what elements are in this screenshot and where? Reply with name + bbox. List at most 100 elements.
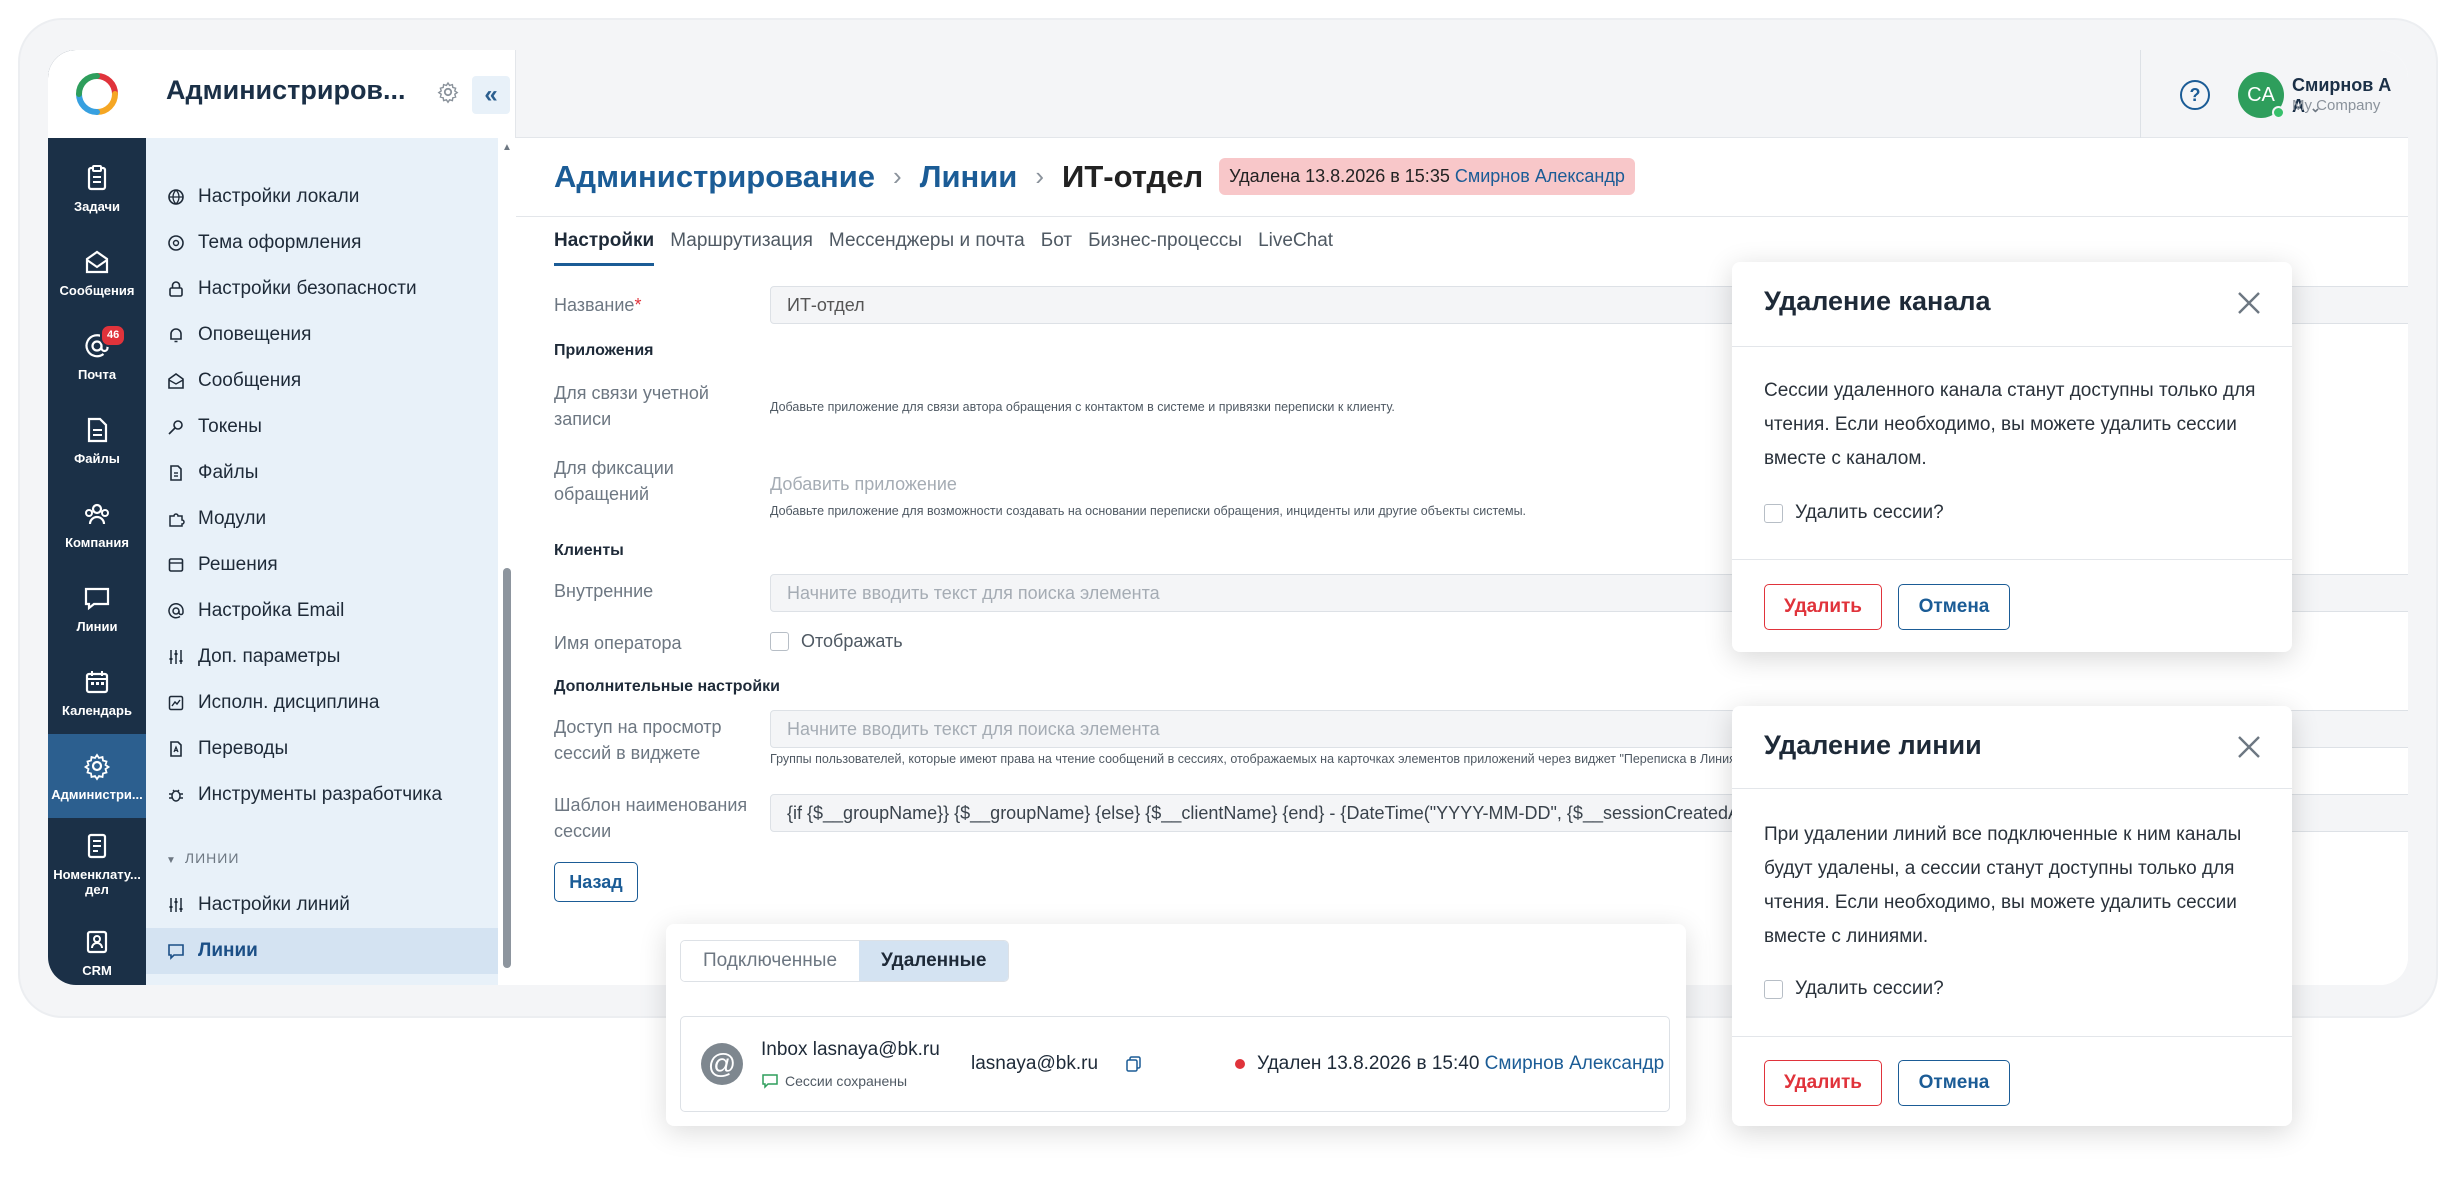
add-app-link[interactable]: Добавить приложение <box>770 474 957 495</box>
dialog-text: При удалении линий все подключенные к ни… <box>1764 824 2242 947</box>
deleted-status-badge: Удалена 13.8.2026 в 15:35 Смирнов Алекса… <box>1219 158 1635 195</box>
help-icon[interactable]: ? <box>2180 80 2210 110</box>
sidebar-item-files[interactable]: Файлы <box>146 450 498 496</box>
checkbox[interactable] <box>770 632 789 651</box>
rail-item-messages[interactable]: Сообщения <box>48 230 146 314</box>
checkbox[interactable] <box>1764 979 1783 999</box>
sidebar-item-notifications[interactable]: Оповещения <box>146 312 498 358</box>
rail-label: Номенклату... дел <box>53 867 141 897</box>
channel-name: Inbox lasnaya@bk.ru <box>761 1039 940 1060</box>
sidebar-item-label: Настройки локали <box>198 186 360 207</box>
rail-item-nomenclature[interactable]: Номенклату... дел <box>48 818 146 910</box>
sidebar-item-label: Исполн. дисциплина <box>198 692 380 713</box>
breadcrumb-root[interactable]: Администрирование <box>554 159 875 195</box>
rail-item-calendar[interactable]: Календарь <box>48 650 146 734</box>
delete-button[interactable]: Удалить <box>1764 584 1882 630</box>
deleted-by-link[interactable]: Смирнов Александр <box>1455 166 1625 186</box>
deleted-by-link[interactable]: Смирнов Александр <box>1485 1053 1664 1075</box>
settings-tabs: Настройки Маршрутизация Мессенджеры и по… <box>554 230 1349 266</box>
operator-name-label: Имя оператора <box>554 633 682 653</box>
tab-messengers[interactable]: Мессенджеры и почта <box>829 230 1025 266</box>
settings-gear-icon[interactable] <box>436 80 460 104</box>
sidebar-group-lines[interactable]: ▼ ЛИНИИ <box>166 850 239 866</box>
tab-deleted[interactable]: Удаленные <box>859 941 1009 981</box>
collapse-sidebar-button[interactable]: « <box>472 76 510 114</box>
delete-button[interactable]: Удалить <box>1764 1060 1882 1106</box>
divider <box>1732 346 2292 347</box>
sidebar-item-line-settings[interactable]: Настройки линий <box>146 882 498 928</box>
tab-connected[interactable]: Подключенные <box>681 941 860 981</box>
cancel-button[interactable]: Отмена <box>1898 1060 2010 1106</box>
divider <box>1732 559 2292 560</box>
access-hint: Группы пользователей, которые имеют прав… <box>770 752 1750 766</box>
nav-rail: Задачи Сообщения 46 Почта Файлы Компания… <box>48 50 146 985</box>
channels-card: Подключенные Удаленные @ Inbox lasnaya@b… <box>666 924 1686 1126</box>
rail-label: CRM <box>82 962 112 978</box>
chat-saved-icon <box>762 1074 778 1089</box>
delete-sessions-checkbox[interactable]: Удалить сессии? <box>1764 978 1944 1000</box>
tasks-icon <box>87 164 107 190</box>
sidebar-item-messages[interactable]: Сообщения <box>146 358 498 404</box>
close-icon[interactable] <box>2234 732 2264 762</box>
sidebar-item-label: Настройки линий <box>198 894 350 915</box>
admin-gear-icon <box>83 752 111 781</box>
delete-sessions-checkbox[interactable]: Удалить сессии? <box>1764 502 1944 524</box>
sidebar-item-discipline[interactable]: Исполн. дисциплина <box>146 680 498 726</box>
divider <box>1732 788 2292 789</box>
tab-settings[interactable]: Настройки <box>554 230 655 266</box>
sidebar-item-label: Решения <box>198 554 278 575</box>
app-logo[interactable] <box>48 50 146 138</box>
puzzle-icon <box>166 509 186 529</box>
tab-business-processes[interactable]: Бизнес-процессы <box>1088 230 1242 266</box>
sidebar-item-translations[interactable]: Переводы <box>146 726 498 772</box>
sidebar-item-email-settings[interactable]: Настройка Email <box>146 588 498 634</box>
rail-item-crm[interactable]: CRM <box>48 910 146 985</box>
double-chevron-left-icon: « <box>484 81 498 108</box>
rail-label: Файлы <box>74 450 120 466</box>
sidebar-item-extra-params[interactable]: Доп. параметры <box>146 634 498 680</box>
sidebar-item-label: Сообщения <box>198 370 302 391</box>
rail-item-tasks[interactable]: Задачи <box>48 146 146 230</box>
cancel-button[interactable]: Отмена <box>1898 584 2010 630</box>
sidebar-item-label: Переводы <box>198 738 289 759</box>
account-link-hint: Добавьте приложение для связи автора обр… <box>770 400 1395 414</box>
messages-icon <box>85 250 109 273</box>
copy-icon[interactable] <box>1125 1055 1143 1073</box>
tab-bot[interactable]: Бот <box>1041 230 1072 266</box>
sidebar-item-theme[interactable]: Тема оформления <box>146 220 498 266</box>
file-icon <box>166 463 186 483</box>
sidebar-item-solutions[interactable]: Решения <box>146 542 498 588</box>
rail-label: Сообщения <box>59 282 135 298</box>
back-button[interactable]: Назад <box>554 862 638 902</box>
sidebar-item-modules[interactable]: Модули <box>146 496 498 542</box>
scrollbar-thumb[interactable] <box>503 568 511 968</box>
sidebar-item-tokens[interactable]: Токены <box>146 404 498 450</box>
close-icon[interactable] <box>2234 288 2264 318</box>
dialog-text: Сессии удаленного канала станут доступны… <box>1764 380 2256 469</box>
rail-item-admin[interactable]: Администри... <box>48 734 146 818</box>
sidebar-scrollbar[interactable]: ▲ <box>498 138 516 985</box>
checkbox[interactable] <box>1764 503 1783 523</box>
operator-name-checkbox[interactable]: Отображать <box>770 631 903 652</box>
breadcrumb-section[interactable]: Линии <box>920 159 1018 195</box>
template-label: Шаблон наименования сессии <box>554 795 748 841</box>
sidebar-item-label: Тема оформления <box>198 232 362 253</box>
sidebar-item-locale[interactable]: Настройки локали <box>146 174 498 220</box>
rail-item-mail[interactable]: 46 Почта <box>48 314 146 398</box>
tab-livechat[interactable]: LiveChat <box>1258 230 1333 266</box>
bell-icon <box>166 325 186 345</box>
rail-item-company[interactable]: Компания <box>48 482 146 566</box>
channel-status: Удален 13.8.2026 в 15:40 Смирнов Алексан… <box>1235 1053 1664 1075</box>
sidebar-item-security[interactable]: Настройки безопасности <box>146 266 498 312</box>
rail-item-lines[interactable]: Линии <box>48 566 146 650</box>
access-label: Доступ на просмотр сессий в виджете <box>554 717 722 763</box>
list-item[interactable]: @ Inbox lasnaya@bk.ru Сессии сохранены l… <box>680 1016 1670 1112</box>
scroll-up-icon[interactable]: ▲ <box>502 142 512 153</box>
tab-routing[interactable]: Маршрутизация <box>670 230 813 266</box>
divider <box>516 216 2408 217</box>
channel-sub: Сессии сохранены <box>761 1073 907 1089</box>
key-icon <box>166 417 186 437</box>
sidebar-item-lines[interactable]: Линии <box>146 928 498 974</box>
rail-item-files[interactable]: Файлы <box>48 398 146 482</box>
sidebar-item-dev-tools[interactable]: Инструменты разработчика <box>146 772 498 818</box>
